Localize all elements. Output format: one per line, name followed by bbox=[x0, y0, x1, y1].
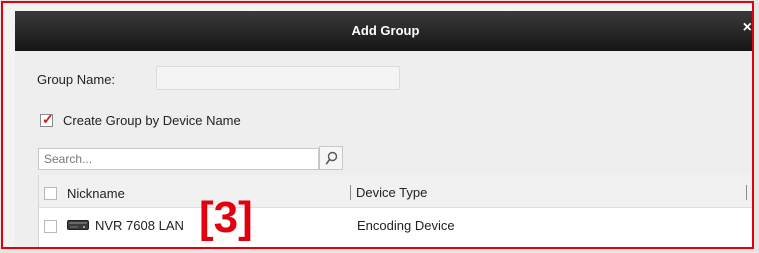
select-all-checkbox[interactable] bbox=[44, 187, 57, 200]
column-header-nickname[interactable]: Nickname bbox=[67, 186, 125, 201]
column-header-device-type[interactable]: Device Type bbox=[356, 185, 427, 200]
group-name-input[interactable] bbox=[156, 66, 400, 90]
nvr-device-icon bbox=[67, 220, 89, 230]
dialog-content: Group Name: ✓ Create Group by Device Nam… bbox=[15, 51, 752, 247]
dialog-frame: Add Group × Group Name: ✓ Create Group b… bbox=[1, 1, 754, 249]
step-annotation: [3] bbox=[199, 193, 253, 242]
create-group-label[interactable]: Create Group by Device Name bbox=[63, 113, 241, 128]
group-name-label: Group Name: bbox=[37, 72, 116, 87]
row-nickname: NVR 7608 LAN bbox=[95, 218, 184, 233]
device-table: Nickname Device Type NVR 7608 LAN Encodi… bbox=[38, 175, 752, 247]
column-divider[interactable] bbox=[350, 185, 351, 200]
dialog-titlebar[interactable]: Add Group × bbox=[15, 11, 752, 51]
close-icon[interactable]: × bbox=[743, 20, 752, 36]
column-divider[interactable] bbox=[746, 185, 747, 200]
search-icon bbox=[325, 151, 338, 165]
table-row[interactable]: NVR 7608 LAN Encoding Device bbox=[39, 208, 752, 243]
dialog-title: Add Group bbox=[351, 23, 420, 38]
create-group-checkbox[interactable]: ✓ bbox=[40, 111, 54, 127]
checkmark-icon: ✓ bbox=[42, 111, 54, 127]
row-device-type: Encoding Device bbox=[357, 218, 455, 233]
search-button[interactable] bbox=[319, 146, 343, 170]
table-header: Nickname Device Type bbox=[39, 175, 752, 208]
row-checkbox[interactable] bbox=[44, 220, 57, 233]
search-input[interactable] bbox=[38, 148, 319, 170]
